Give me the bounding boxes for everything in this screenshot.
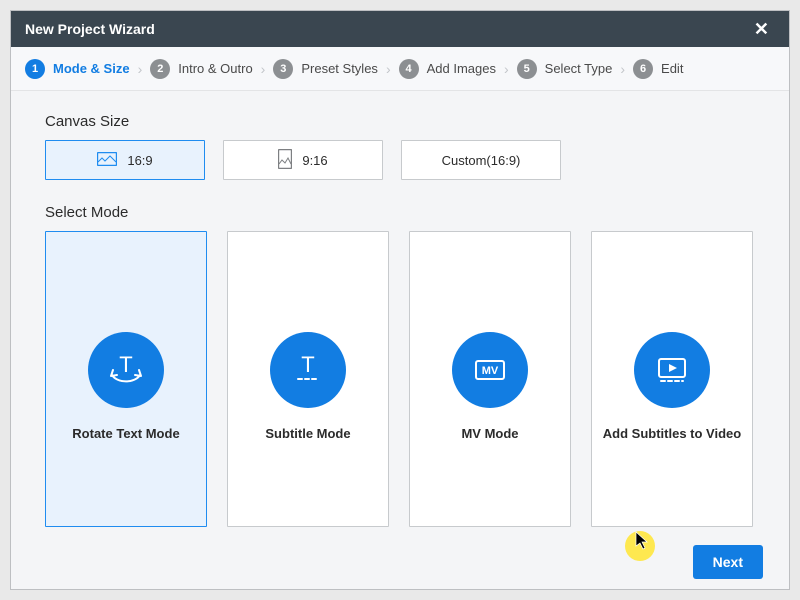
mode-label: Add Subtitles to Video	[597, 426, 747, 441]
canvas-option-9-16[interactable]: 9:16	[223, 140, 383, 180]
step-edit[interactable]: 6 Edit	[633, 59, 683, 79]
chevron-right-icon: ›	[502, 61, 511, 77]
canvas-size-options: 16:9 9:16 Custom(16:9)	[45, 140, 755, 180]
mode-label: Rotate Text Mode	[66, 426, 185, 441]
step-number: 5	[517, 59, 537, 79]
landscape-icon	[97, 152, 117, 169]
chevron-right-icon: ›	[618, 61, 627, 77]
video-subtitles-icon	[634, 332, 710, 408]
step-intro-and-outro[interactable]: 2 Intro & Outro	[150, 59, 252, 79]
step-label: Edit	[661, 61, 683, 76]
dialog-footer: Next	[11, 535, 789, 589]
subtitle-icon: T	[270, 332, 346, 408]
close-icon[interactable]: ✕	[748, 16, 775, 42]
step-number: 2	[150, 59, 170, 79]
dialog-body: Canvas Size 16:9 9:16 Custom(16:9) Selec…	[11, 91, 789, 535]
chevron-right-icon: ›	[136, 61, 145, 77]
new-project-wizard-dialog: New Project Wizard ✕ 1 Mode & Size › 2 I…	[10, 10, 790, 590]
chevron-right-icon: ›	[259, 61, 268, 77]
step-label: Preset Styles	[301, 61, 378, 76]
step-label: Intro & Outro	[178, 61, 252, 76]
step-label: Mode & Size	[53, 61, 130, 76]
step-label: Add Images	[427, 61, 496, 76]
step-number: 1	[25, 59, 45, 79]
step-add-images[interactable]: 4 Add Images	[399, 59, 496, 79]
titlebar: New Project Wizard ✕	[11, 11, 789, 47]
next-button[interactable]: Next	[693, 545, 763, 579]
svg-text:MV: MV	[482, 365, 499, 377]
svg-text:T: T	[119, 352, 132, 377]
mode-mv[interactable]: MV MV Mode	[409, 231, 571, 527]
rotate-text-icon: T	[88, 332, 164, 408]
mode-add-subtitles-to-video[interactable]: Add Subtitles to Video	[591, 231, 753, 527]
canvas-option-custom[interactable]: Custom(16:9)	[401, 140, 561, 180]
step-number: 3	[273, 59, 293, 79]
step-select-type[interactable]: 5 Select Type	[517, 59, 613, 79]
step-mode-and-size[interactable]: 1 Mode & Size	[25, 59, 130, 79]
mode-rotate-text[interactable]: T Rotate Text Mode	[45, 231, 207, 527]
step-number: 4	[399, 59, 419, 79]
svg-text:T: T	[301, 352, 314, 377]
mv-icon: MV	[452, 332, 528, 408]
mode-subtitle[interactable]: T Subtitle Mode	[227, 231, 389, 527]
canvas-option-label: 9:16	[302, 153, 327, 168]
dialog-title: New Project Wizard	[25, 21, 155, 37]
canvas-option-label: Custom(16:9)	[442, 153, 521, 168]
select-mode-heading: Select Mode	[45, 204, 755, 221]
mode-label: Subtitle Mode	[259, 426, 356, 441]
portrait-icon	[278, 149, 292, 172]
mode-label: MV Mode	[455, 426, 524, 441]
step-label: Select Type	[545, 61, 613, 76]
wizard-steps: 1 Mode & Size › 2 Intro & Outro › 3 Pres…	[11, 47, 789, 91]
chevron-right-icon: ›	[384, 61, 393, 77]
mode-options: T Rotate Text Mode T Subtitle Mode	[45, 231, 755, 527]
cursor-icon	[635, 531, 651, 556]
step-preset-styles[interactable]: 3 Preset Styles	[273, 59, 378, 79]
step-number: 6	[633, 59, 653, 79]
canvas-option-16-9[interactable]: 16:9	[45, 140, 205, 180]
canvas-size-heading: Canvas Size	[45, 113, 755, 130]
canvas-option-label: 16:9	[127, 153, 152, 168]
cursor-highlight	[625, 531, 655, 561]
